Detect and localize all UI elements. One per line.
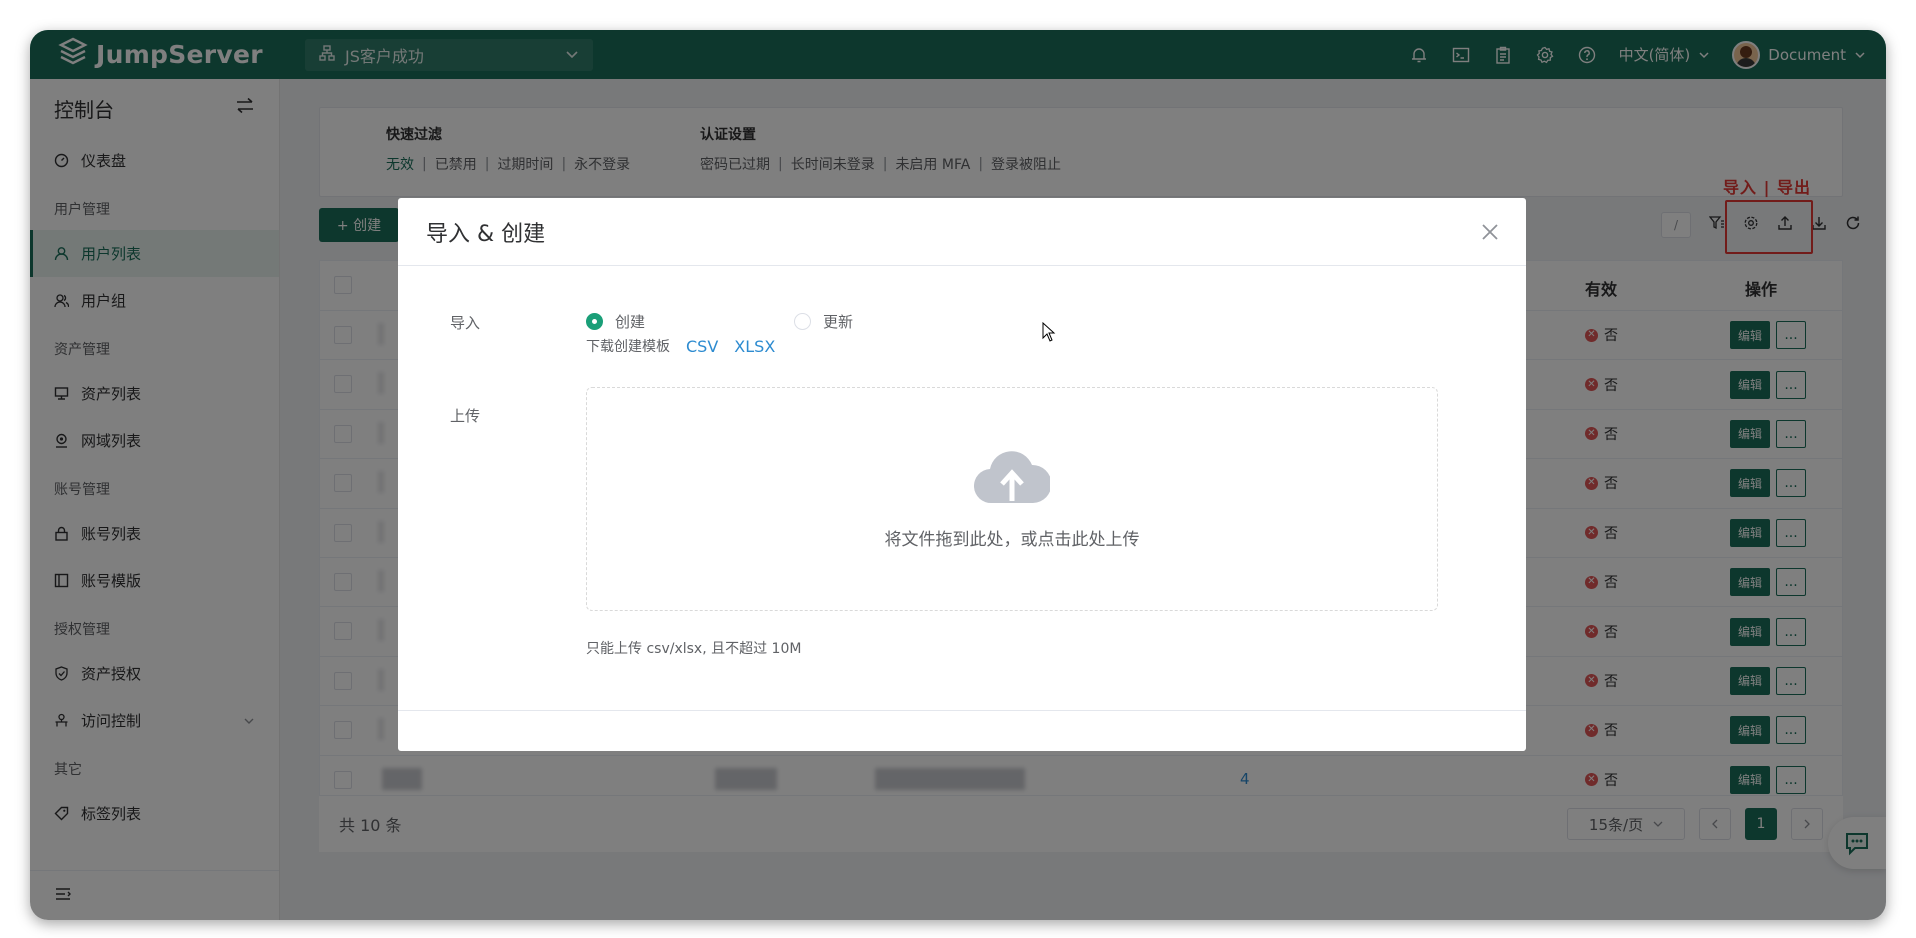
close-icon[interactable] — [1480, 222, 1500, 242]
import-dialog: 导入 & 创建 导入 创建 更新 下载创建模板 CSV XLSX 上传 将文件拖… — [398, 198, 1526, 751]
upload-label: 上传 — [450, 407, 481, 425]
radio-update[interactable]: 更新 — [794, 311, 853, 332]
download-xlsx-link[interactable]: XLSX — [734, 337, 775, 356]
dialog-footer-divider — [398, 710, 1526, 711]
radio-dot — [586, 313, 603, 330]
mouse-cursor-icon — [1042, 321, 1056, 346]
app-window: JumpServer JS客户成功 中文(简体) Document — [30, 30, 1886, 920]
template-label: 下载创建模板 — [586, 339, 670, 355]
radio-update-label: 更新 — [823, 313, 854, 331]
upload-text: 将文件拖到此处，或点击此处上传 — [884, 529, 1140, 550]
download-csv-link[interactable]: CSV — [686, 337, 718, 356]
import-label: 导入 — [450, 314, 481, 332]
dialog-title: 导入 & 创建 — [426, 221, 546, 247]
radio-create[interactable]: 创建 — [586, 311, 645, 332]
upload-dropzone[interactable]: 将文件拖到此处，或点击此处上传 — [586, 387, 1438, 611]
template-downloads: 下载创建模板 CSV XLSX — [586, 336, 775, 356]
upload-hint: 只能上传 csv/xlsx, 且不超过 10M — [586, 641, 802, 657]
radio-create-label: 创建 — [615, 313, 646, 331]
dialog-header: 导入 & 创建 — [398, 198, 1526, 266]
radio-dot — [794, 313, 811, 330]
cloud-upload-icon — [974, 450, 1050, 503]
